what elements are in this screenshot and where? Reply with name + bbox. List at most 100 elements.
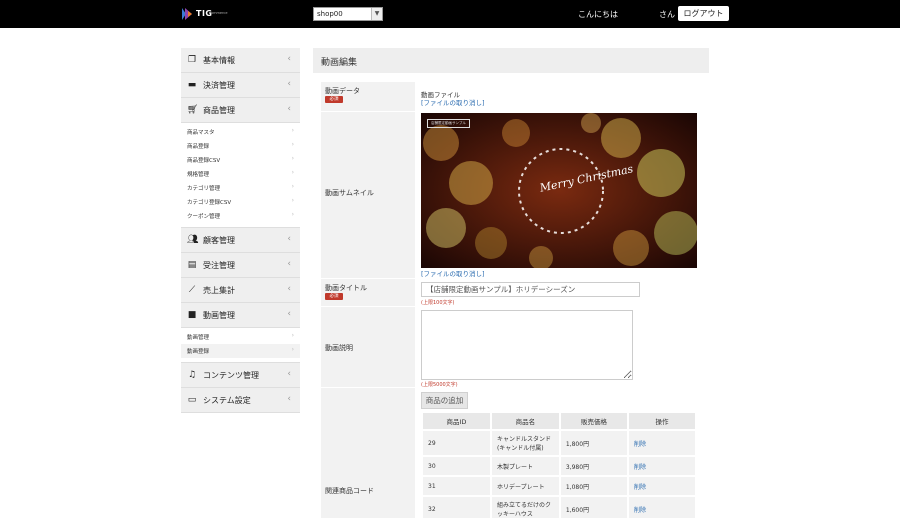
- required-badge: 必須: [325, 96, 343, 103]
- sidebar-item-orders[interactable]: ▤ 受注管理 ‹: [181, 253, 300, 278]
- chevron-left-icon: ‹: [287, 259, 291, 269]
- submenu-label: 商品登録CSV: [187, 158, 221, 164]
- delete-link[interactable]: 削除: [629, 497, 695, 518]
- sidebar-item-label: 動画管理: [203, 311, 235, 320]
- sidebar-item-customers[interactable]: 👥︎ 顧客管理 ‹: [181, 228, 300, 253]
- label-cell-related-products: 関連商品コード: [321, 388, 415, 518]
- submenu-item[interactable]: カテゴリ管理 ›: [181, 181, 300, 195]
- description-limit-hint: (上限5000文字): [421, 382, 458, 388]
- sidebar-item-system[interactable]: ▭ システム設定 ‹: [181, 388, 300, 413]
- add-product-button[interactable]: 商品の追加: [421, 392, 468, 409]
- copy-icon: ❐: [187, 55, 197, 65]
- submenu-item[interactable]: 規格管理 ›: [181, 167, 300, 181]
- thumbnail-badge: 店舗限定動画サンプル: [427, 119, 470, 128]
- submenu-item[interactable]: クーポン管理 ›: [181, 209, 300, 223]
- music-icon: ♫: [187, 370, 197, 380]
- label-related-products: 関連商品コード: [325, 487, 374, 495]
- submenu-label: カテゴリ管理: [187, 186, 221, 192]
- sidebar-item-label: 売上集計: [203, 286, 235, 295]
- label-thumbnail: 動画サムネイル: [325, 189, 374, 197]
- chevron-right-icon: ›: [291, 127, 294, 134]
- product-name-cell: 木製プレート: [491, 457, 559, 475]
- product-id-cell: 32: [423, 497, 490, 518]
- logout-button[interactable]: ログアウト: [678, 6, 729, 21]
- sidebar-item-label: 決済管理: [203, 81, 235, 90]
- delete-link[interactable]: 削除: [629, 457, 695, 475]
- column-header: 販売価格: [560, 413, 628, 429]
- logo-mark-icon: [182, 8, 192, 20]
- chevron-right-icon: ›: [291, 197, 294, 204]
- chevron-left-icon: ‹: [287, 104, 291, 114]
- product-name-cell: 組み立てるだけのクッキーハウス: [491, 497, 559, 518]
- required-badge: 必須: [325, 293, 343, 300]
- title-limit-hint: (上限100文字): [421, 300, 455, 306]
- product-id-cell: 30: [423, 457, 490, 475]
- submenu-label: 商品登録: [187, 144, 210, 150]
- submenu-label: クーポン管理: [187, 214, 221, 220]
- column-header: 操作: [629, 413, 695, 429]
- chevron-right-icon: ›: [291, 155, 294, 162]
- submenu-label: 規格管理: [187, 172, 210, 178]
- sidebar-item-sales[interactable]: ⟋ 売上集計 ‹: [181, 278, 300, 303]
- column-header: 商品名: [491, 413, 559, 429]
- label-cell-title: 動画タイトル 必須: [321, 279, 415, 306]
- chevron-left-icon: ‹: [287, 309, 291, 319]
- sidebar-item-label: コンテンツ管理: [203, 371, 259, 380]
- page-title: 動画編集: [321, 58, 358, 68]
- label-cell-description: 動画説明: [321, 307, 415, 387]
- video-title-input[interactable]: [421, 282, 640, 297]
- chevron-down-icon[interactable]: ▼: [371, 8, 382, 20]
- delete-link[interactable]: 削除: [629, 477, 695, 495]
- label-video-data: 動画データ: [325, 87, 360, 95]
- greeting-text: こんにちは: [578, 10, 618, 19]
- product-price-cell: 1,600円: [560, 497, 628, 518]
- submenu-label: 商品マスタ: [187, 130, 215, 136]
- chevron-right-icon: ›: [291, 346, 294, 353]
- submenu-item-active[interactable]: 動画登録 ›: [181, 344, 300, 358]
- sidebar: ❐ 基本情報 ‹ ▬ 決済管理 ‹ 🛒︎ 商品管理 ‹ 商品マスタ › 商品登録 ›…: [181, 48, 300, 413]
- shop-select[interactable]: shop00 ▼: [313, 7, 383, 21]
- card-icon: ▬: [187, 80, 197, 90]
- delete-link[interactable]: 削除: [629, 431, 695, 455]
- sidebar-item-products[interactable]: 🛒︎ 商品管理 ‹: [181, 98, 300, 123]
- shop-select-value: shop00: [317, 10, 343, 18]
- chevron-left-icon: ‹: [287, 79, 291, 89]
- submenu-item[interactable]: カテゴリ登録CSV ›: [181, 195, 300, 209]
- video-description-textarea[interactable]: [421, 310, 633, 380]
- product-id-cell: 29: [423, 431, 490, 455]
- table-row: 31 ホリデープレート 1,080円 削除: [423, 477, 695, 495]
- video-icon: ■: [187, 310, 197, 320]
- sidebar-item-label: 商品管理: [203, 106, 235, 115]
- product-price-cell: 1,800円: [560, 431, 628, 455]
- submenu-item[interactable]: 商品マスタ ›: [181, 125, 300, 139]
- cart-icon: 🛒︎: [187, 105, 199, 115]
- submenu-item[interactable]: 商品登録 ›: [181, 139, 300, 153]
- submenu-item[interactable]: 動画管理 ›: [181, 330, 300, 344]
- table-header-row: 商品ID 商品名 販売価格 操作: [423, 413, 695, 429]
- sidebar-item-label: システム設定: [203, 396, 251, 405]
- product-price-cell: 1,080円: [560, 477, 628, 495]
- thumbnail-image: 店舗限定動画サンプル Merry Christmas: [421, 113, 697, 268]
- table-row: 32 組み立てるだけのクッキーハウス 1,600円 削除: [423, 497, 695, 518]
- submenu-item[interactable]: 商品登録CSV ›: [181, 153, 300, 167]
- label-cell-thumbnail: 動画サムネイル: [321, 112, 415, 278]
- cancel-thumbnail-file-link[interactable]: [ファイルの取り消し]: [421, 268, 485, 278]
- related-products-table: 商品ID 商品名 販売価格 操作 29 キャンドルスタンド(キャンドル付属) 1…: [421, 411, 697, 518]
- chevron-left-icon: ‹: [287, 234, 291, 244]
- table-row: 30 木製プレート 3,980円 削除: [423, 457, 695, 475]
- sidebar-item-payment[interactable]: ▬ 決済管理 ‹: [181, 73, 300, 98]
- chevron-left-icon: ‹: [287, 284, 291, 294]
- product-name-cell: キャンドルスタンド(キャンドル付属): [491, 431, 559, 455]
- submenu-label: 動画管理: [187, 335, 210, 341]
- cancel-video-file-link[interactable]: [ファイルの取り消し]: [421, 97, 485, 107]
- submenu-label: 動画登録: [187, 349, 210, 355]
- page-header: 動画編集: [313, 48, 709, 73]
- document-icon: ▤: [187, 260, 197, 270]
- product-price-cell: 3,980円: [560, 457, 628, 475]
- chevron-right-icon: ›: [291, 211, 294, 218]
- sidebar-item-contents[interactable]: ♫ コンテンツ管理 ‹: [181, 363, 300, 388]
- sidebar-item-videos[interactable]: ■ 動画管理 ‹: [181, 303, 300, 328]
- logo[interactable]: TIG commerce: [181, 7, 241, 21]
- product-id-cell: 31: [423, 477, 490, 495]
- sidebar-item-basic-info[interactable]: ❐ 基本情報 ‹: [181, 48, 300, 73]
